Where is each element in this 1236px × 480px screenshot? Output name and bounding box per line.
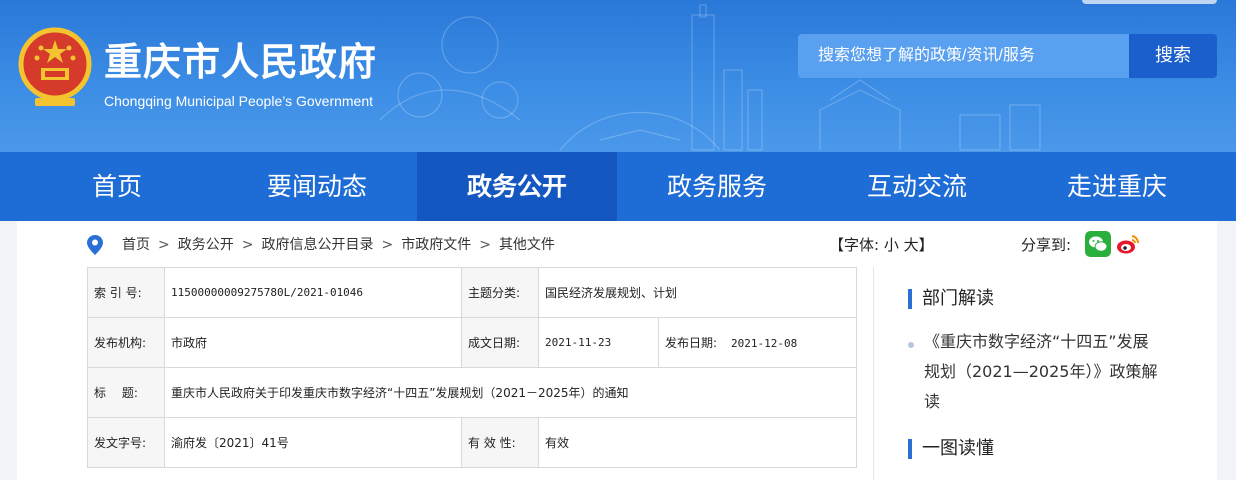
topic-label: 主题分类: (461, 267, 539, 318)
publisher-value: 市政府 (164, 317, 462, 368)
breadcrumb-other-docs[interactable]: 其他文件 (499, 237, 555, 253)
table-row: 标 题: 重庆市人民政府关于印发重庆市数字经济“十四五”发展规划（2021－20… (87, 367, 857, 418)
section-heading-infographic: 一图读懂 (908, 437, 994, 461)
breadcrumb-separator: > (479, 237, 491, 253)
index-number-value: 11500000009275780L/2021-01046 (164, 267, 462, 318)
publisher-label: 发布机构: (87, 317, 165, 368)
location-pin-icon (87, 235, 103, 255)
wechat-icon[interactable] (1085, 231, 1111, 257)
published-date-value: 2021-12-08 (731, 337, 798, 350)
index-number-label: 索 引 号: (87, 267, 165, 318)
share-label: 分享到: (1021, 236, 1072, 254)
nav-item-home[interactable]: 首页 (17, 152, 217, 221)
title-label: 标 题: (87, 367, 165, 418)
bullet-dot-icon (908, 342, 914, 348)
breadcrumb-municipal-docs[interactable]: 市政府文件 (401, 237, 471, 253)
font-small-button[interactable]: 小 (884, 236, 899, 254)
doc-number-value: 渝府发〔2021〕41号 (164, 417, 462, 468)
nav-item-about-chongqing[interactable]: 走进重庆 (1017, 152, 1217, 221)
section-heading-dept-interpretation: 部门解读 (908, 287, 994, 311)
doc-number-label: 发文字号: (87, 417, 165, 468)
nav-item-interaction[interactable]: 互动交流 (817, 152, 1017, 221)
breadcrumb: 首页 > 政务公开 > 政府信息公开目录 > 市政府文件 > 其他文件 (122, 235, 555, 255)
weibo-icon[interactable] (1115, 231, 1141, 257)
topic-value: 国民经济发展规划、计划 (538, 267, 857, 318)
policy-interpretation-link[interactable]: 《重庆市数字经济“十四五”发展规划（2021—2025年）》政策解读 (924, 327, 1164, 417)
search-button[interactable]: 搜索 (1129, 34, 1217, 78)
breadcrumb-home[interactable]: 首页 (122, 237, 150, 253)
site-subtitle: Chongqing Municipal People’s Government (104, 93, 374, 109)
published-date-label: 发布日期: (665, 336, 718, 350)
validity-label: 有 效 性: (461, 417, 539, 468)
search-input[interactable] (798, 34, 1129, 78)
written-date-value: 2021-11-23 (538, 317, 659, 368)
font-size-control: 【字体: 小 大】 (829, 235, 934, 255)
site-title[interactable]: 重庆市人民政府 (104, 38, 377, 86)
table-row: 发布机构: 市政府 成文日期: 2021-11-23 发布日期: 2021-12-… (87, 317, 857, 368)
validity-value: 有效 (538, 417, 857, 468)
title-value: 重庆市人民政府关于印发重庆市数字经济“十四五”发展规划（2021－2025年）的… (164, 367, 857, 418)
sidebar: 部门解读 《重庆市数字经济“十四五”发展规划（2021—2025年）》政策解读 … (873, 267, 1217, 480)
content-panel: 首页 > 政务公开 > 政府信息公开目录 > 市政府文件 > 其他文件 【字体: 小 大】 分享… (17, 221, 1217, 480)
published-date-cell: 发布日期: 2021-12-08 (658, 317, 857, 368)
font-size-suffix: 】 (918, 236, 934, 254)
breadcrumb-disclosure-catalog[interactable]: 政府信息公开目录 (261, 237, 373, 253)
breadcrumb-separator: > (241, 237, 254, 253)
main-navigation: 首页 要闻动态 政务公开 政务服务 互动交流 走进重庆 (0, 152, 1236, 221)
table-row: 索 引 号: 11500000009275780L/2021-01046 主题分… (87, 267, 857, 318)
font-size-prefix: 【字体: (829, 236, 880, 254)
site-header: 重庆市人民政府 Chongqing Municipal People’s Gov… (0, 0, 1236, 152)
nav-item-gov-services[interactable]: 政务服务 (617, 152, 817, 221)
written-date-label: 成文日期: (461, 317, 539, 368)
nav-item-gov-affairs[interactable]: 政务公开 (417, 152, 617, 221)
table-row: 发文字号: 渝府发〔2021〕41号 有 效 性: 有效 (87, 417, 857, 468)
document-metadata-table: 索 引 号: 11500000009275780L/2021-01046 主题分… (87, 267, 857, 468)
font-large-button[interactable]: 大 (904, 236, 919, 254)
breadcrumb-separator: > (381, 237, 394, 253)
nav-item-news[interactable]: 要闻动态 (217, 152, 417, 221)
national-emblem-logo (18, 27, 92, 106)
breadcrumb-gov-affairs[interactable]: 政务公开 (178, 237, 234, 253)
breadcrumb-separator: > (158, 237, 170, 253)
